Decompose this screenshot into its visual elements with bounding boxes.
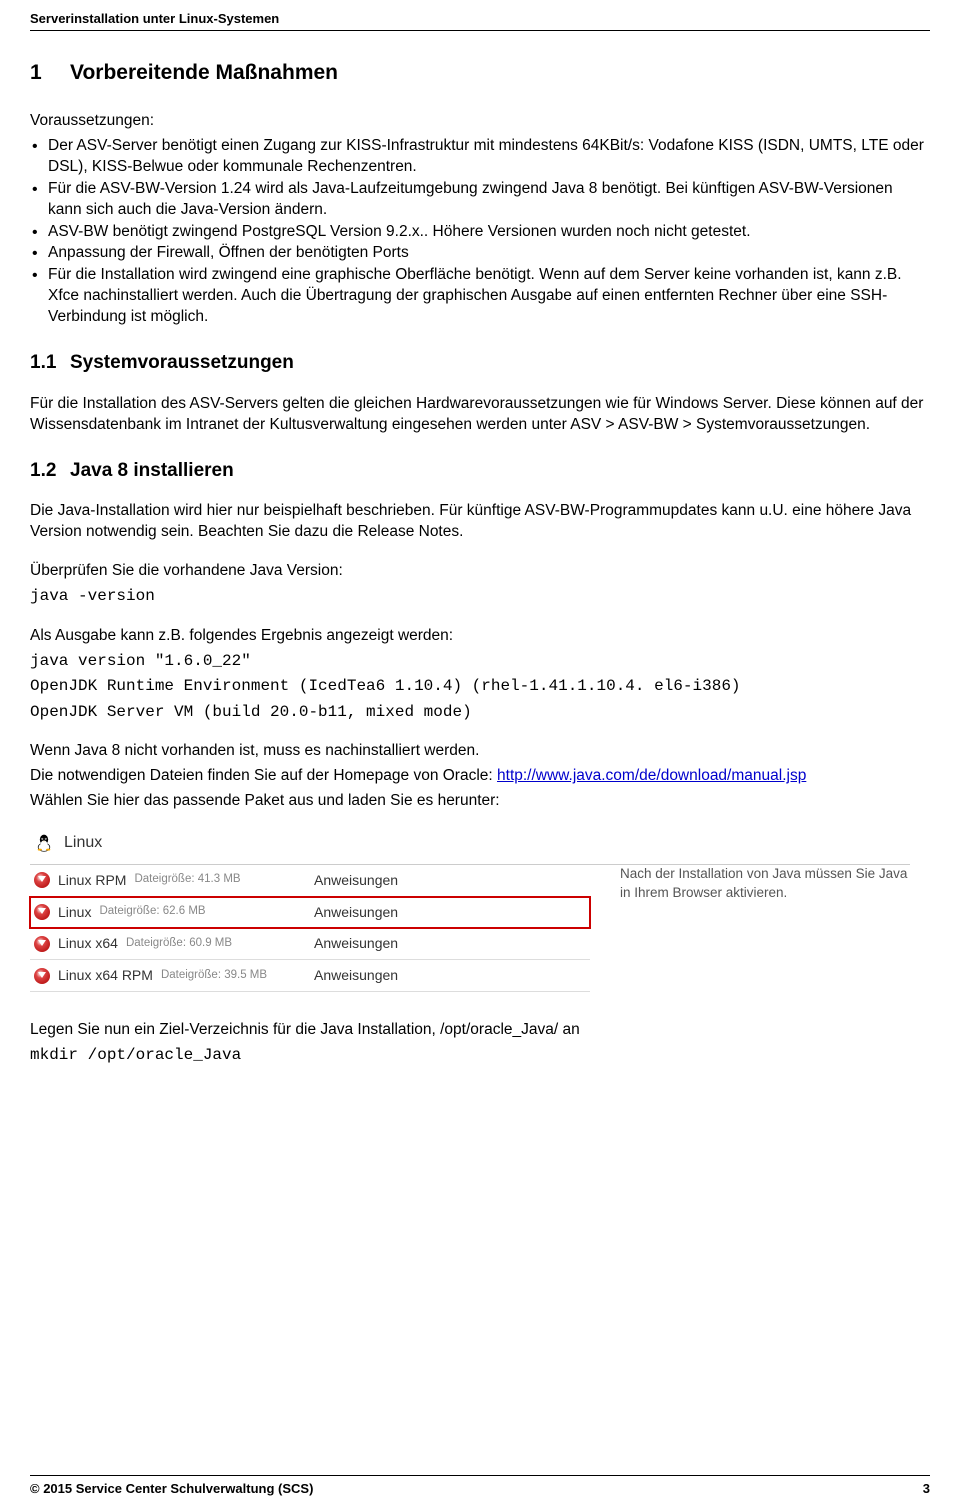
para-output-intro: Als Ausgabe kann z.B. folgendes Ergebnis… <box>30 626 930 647</box>
download-row-highlighted[interactable]: Linux Dateigröße: 62.6 MB Anweisungen <box>30 897 590 929</box>
download-note: Nach der Installation von Java müssen Si… <box>590 865 910 993</box>
para-check-java: Überprüfen Sie die vorhandene Java Versi… <box>30 561 930 582</box>
command-java-version: java -version <box>30 586 930 608</box>
output-line-3: OpenJDK Server VM (build 20.0-b11, mixed… <box>30 702 930 724</box>
para-1-2-intro: Die Java-Installation wird hier nur beis… <box>30 501 930 543</box>
download-size: Dateigröße: 41.3 MB <box>134 872 240 888</box>
list-item: Anpassung der Firewall, Öffnen der benöt… <box>30 243 930 264</box>
download-os-header: Linux <box>30 826 910 865</box>
download-icon <box>34 968 50 984</box>
para-1-1: Für die Installation des ASV-Servers gel… <box>30 394 930 436</box>
heading-1-title: Vorbereitende Maßnahmen <box>70 61 338 84</box>
list-item: Für die Installation wird zwingend eine … <box>30 265 930 328</box>
heading-1-2-title: Java 8 installieren <box>70 460 234 481</box>
download-size: Dateigröße: 62.6 MB <box>99 904 205 920</box>
heading-1-1: 1.1Systemvoraussetzungen <box>30 350 930 376</box>
download-box: Linux Linux RPM Dateigröße: 41.3 MB Anwe… <box>30 826 910 992</box>
download-name: Linux <box>58 903 91 922</box>
download-instructions-link[interactable]: Anweisungen <box>314 871 494 890</box>
download-name: Linux RPM <box>58 871 126 890</box>
para-choose-package: Wählen Sie hier das passende Paket aus u… <box>30 791 930 812</box>
download-size: Dateigröße: 39.5 MB <box>161 968 267 984</box>
list-item: ASV-BW benötigt zwingend PostgreSQL Vers… <box>30 222 930 243</box>
download-instructions-link[interactable]: Anweisungen <box>314 934 494 953</box>
output-line-1: java version "1.6.0_22" <box>30 651 930 673</box>
prerequisites-label: Voraussetzungen: <box>30 111 930 132</box>
para-oracle-link: Die notwendigen Dateien finden Sie auf d… <box>30 766 930 787</box>
page-header: Serverinstallation unter Linux-Systemen <box>30 10 930 31</box>
download-name: Linux x64 <box>58 934 118 953</box>
heading-1-2: 1.2Java 8 installieren <box>30 458 930 484</box>
download-row[interactable]: Linux x64 Dateigröße: 60.9 MB Anweisunge… <box>30 928 590 960</box>
footer-page-number: 3 <box>923 1480 930 1498</box>
download-row[interactable]: Linux RPM Dateigröße: 41.3 MB Anweisunge… <box>30 865 590 897</box>
output-line-2: OpenJDK Runtime Environment (IcedTea6 1.… <box>30 676 930 698</box>
page-footer: © 2015 Service Center Schulverwaltung (S… <box>30 1475 930 1498</box>
download-name: Linux x64 RPM <box>58 966 153 985</box>
download-os-name: Linux <box>64 832 102 854</box>
linux-icon <box>34 833 54 853</box>
heading-1-1-number: 1.1 <box>30 350 70 376</box>
download-instructions-link[interactable]: Anweisungen <box>314 966 494 985</box>
list-item: Der ASV-Server benötigt einen Zugang zur… <box>30 136 930 178</box>
list-item: Für die ASV-BW-Version 1.24 wird als Jav… <box>30 179 930 221</box>
heading-1-number: 1 <box>30 59 70 87</box>
download-size: Dateigröße: 60.9 MB <box>126 936 232 952</box>
download-icon <box>34 904 50 920</box>
oracle-download-link[interactable]: http://www.java.com/de/download/manual.j… <box>497 767 806 784</box>
heading-1-1-title: Systemvoraussetzungen <box>70 352 294 373</box>
download-icon <box>34 872 50 888</box>
command-mkdir: mkdir /opt/oracle_Java <box>30 1045 930 1067</box>
para-oracle-link-text: Die notwendigen Dateien finden Sie auf d… <box>30 767 497 784</box>
heading-1: 1Vorbereitende Maßnahmen <box>30 59 930 87</box>
download-row[interactable]: Linux x64 RPM Dateigröße: 39.5 MB Anweis… <box>30 960 590 992</box>
prerequisites-list: Der ASV-Server benötigt einen Zugang zur… <box>30 136 930 328</box>
download-icon <box>34 936 50 952</box>
para-mkdir: Legen Sie nun ein Ziel-Verzeichnis für d… <box>30 1020 930 1041</box>
download-instructions-link[interactable]: Anweisungen <box>314 903 494 922</box>
footer-copyright: © 2015 Service Center Schulverwaltung (S… <box>30 1480 313 1498</box>
para-install-note: Wenn Java 8 nicht vorhanden ist, muss es… <box>30 741 930 762</box>
heading-1-2-number: 1.2 <box>30 458 70 484</box>
